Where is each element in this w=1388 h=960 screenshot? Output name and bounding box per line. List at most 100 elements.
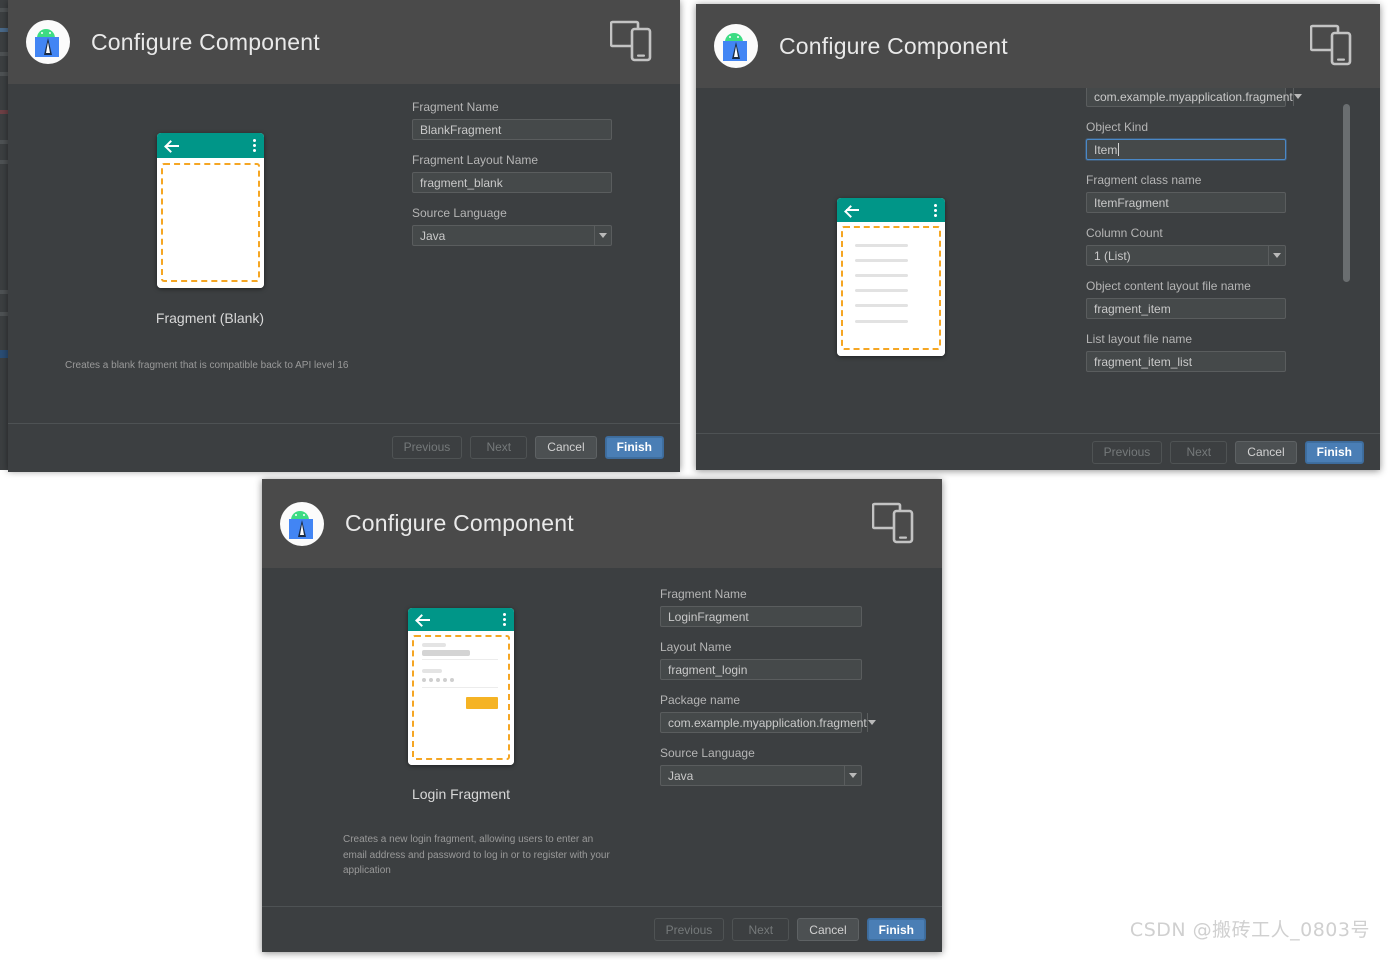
chevron-down-icon[interactable] (1268, 246, 1285, 265)
field-fragment-name: Fragment Name LoginFragment (660, 587, 862, 627)
dialog-blank-bottom-edge (8, 464, 680, 472)
form-fields: Package name com.example.myapplication.f… (1086, 88, 1302, 372)
chevron-down-icon[interactable] (866, 713, 876, 732)
list-row (855, 289, 908, 292)
back-arrow-icon (165, 139, 180, 153)
phone-app-bar (408, 608, 514, 631)
phone-app-bar (837, 198, 945, 222)
field-object-kind: Object Kind Item (1086, 120, 1286, 160)
cancel-button[interactable]: Cancel (535, 435, 597, 459)
form-scrollbar[interactable] (1343, 104, 1350, 282)
next-button: Next (732, 918, 790, 941)
field-label: Object Kind (1086, 120, 1149, 134)
field-source-language: Source Language Java (412, 206, 612, 246)
dialog-title: Configure Component (91, 28, 320, 55)
dialog-header: Configure Component (262, 479, 942, 568)
object-kind-value: Item (1094, 142, 1118, 157)
dialog-body: Login Fragment Creates a new login fragm… (262, 568, 942, 906)
chevron-down-icon[interactable] (844, 766, 861, 785)
phone-preview (156, 133, 264, 288)
email-field-placeholder (422, 650, 470, 656)
fragment-name-input[interactable]: LoginFragment (660, 606, 862, 627)
chevron-down-icon[interactable] (1292, 88, 1302, 106)
column-count-combo[interactable]: 1 (List) (1086, 245, 1286, 266)
android-studio-icon (280, 501, 324, 546)
field-label: Layout Name (660, 640, 732, 654)
dialog-title: Configure Component (345, 510, 574, 536)
field-label: Object content layout file name (1086, 279, 1251, 293)
combo-value: Java (420, 228, 446, 243)
combo-value: com.example.myapplication.fragment (1094, 89, 1293, 104)
preview-description: Creates a new login fragment, allowing u… (343, 834, 610, 876)
phone-app-bar (156, 133, 264, 158)
source-language-combo[interactable]: Java (660, 765, 862, 786)
email-label-placeholder (422, 643, 446, 647)
field-fragment-class-name: Fragment class name ItemFragment (1086, 173, 1286, 213)
dialog-body: Fragment (Blank) Creates a blank fragmen… (8, 84, 680, 470)
android-studio-icon (714, 24, 758, 68)
field-label: Source Language (412, 206, 507, 220)
finish-button[interactable]: Finish (1304, 440, 1364, 464)
field-column-count: Column Count 1 (List) (1086, 226, 1286, 266)
configure-component-dialog-list[interactable]: Configure Component com.example.myapplic… (696, 4, 1380, 470)
package-name-combo[interactable]: com.example.myapplication.fragment (1086, 88, 1302, 107)
phone-canvas (156, 158, 264, 288)
finish-button[interactable]: Finish (866, 918, 926, 941)
field-fragment-name: Fragment Name BlankFragment (412, 100, 612, 140)
text-caret (1118, 143, 1120, 156)
dialog-body: Package name com.example.myapplication.f… (696, 88, 1380, 433)
cancel-button[interactable]: Cancel (797, 918, 859, 941)
back-arrow-icon (845, 203, 860, 217)
field-label: Source Language (660, 746, 755, 760)
password-dot (429, 678, 433, 682)
form-fields: Fragment Name BlankFragment Fragment Lay… (412, 100, 612, 246)
list-row (855, 274, 908, 277)
object-content-layout-input[interactable]: fragment_item (1086, 298, 1286, 319)
screenshot-root: Configure Component Fragment (Blank) Cre… (0, 0, 1388, 960)
field-label: Package name (660, 693, 741, 707)
fragment-layout-name-input[interactable]: fragment_blank (412, 172, 612, 193)
finish-button[interactable]: Finish (604, 435, 664, 459)
field-label: Column Count (1086, 226, 1163, 240)
combo-value: Java (668, 768, 694, 783)
chevron-down-icon[interactable] (594, 226, 611, 245)
configure-component-dialog-blank[interactable]: Configure Component Fragment (Blank) Cre… (8, 0, 680, 470)
overflow-menu-icon (503, 613, 506, 626)
password-dot (443, 678, 447, 682)
object-kind-input[interactable]: Item (1086, 139, 1286, 160)
fragment-class-name-input[interactable]: ItemFragment (1086, 192, 1286, 213)
overflow-menu-icon (252, 139, 256, 152)
phone-preview (408, 608, 514, 765)
component-preview: Login Fragment Creates a new login fragm… (262, 568, 660, 906)
phone-preview (837, 198, 945, 356)
field-layout-name: Layout Name fragment_login (660, 640, 862, 680)
devices-icon (872, 502, 914, 543)
configure-component-dialog-login[interactable]: Configure Component Login Fragment Creat… (262, 479, 942, 952)
field-label: Fragment Name (660, 587, 747, 601)
dialog-footer: Previous Next Cancel Finish (696, 433, 1380, 470)
password-underline (422, 687, 498, 688)
field-label: List layout file name (1086, 332, 1193, 346)
password-dot (450, 678, 454, 682)
field-object-content-layout-file-name: Object content layout file name fragment… (1086, 279, 1286, 319)
dialog-header: Configure Component (8, 0, 680, 84)
combo-value: 1 (List) (1094, 248, 1131, 263)
source-language-combo[interactable]: Java (412, 225, 612, 246)
layout-name-input[interactable]: fragment_login (660, 659, 862, 680)
field-label: Fragment class name (1086, 173, 1202, 187)
devices-icon (1310, 24, 1352, 66)
password-label-placeholder (422, 669, 442, 673)
devices-icon (610, 20, 652, 62)
package-name-combo[interactable]: com.example.myapplication.fragment (660, 712, 876, 733)
back-arrow-icon (416, 613, 431, 627)
field-label: Fragment Name (412, 100, 499, 114)
watermark: CSDN @搬砖工人_0803号 (1129, 919, 1370, 941)
previous-button: Previous (653, 918, 725, 941)
field-package-name: Package name com.example.myapplication.f… (1086, 88, 1302, 107)
fragment-name-input[interactable]: BlankFragment (412, 119, 612, 140)
preview-caption: Fragment (Blank) (155, 310, 265, 326)
email-underline (422, 659, 498, 660)
previous-button: Previous (391, 435, 463, 459)
list-layout-file-input[interactable]: fragment_item_list (1086, 351, 1286, 372)
cancel-button[interactable]: Cancel (1235, 440, 1297, 464)
